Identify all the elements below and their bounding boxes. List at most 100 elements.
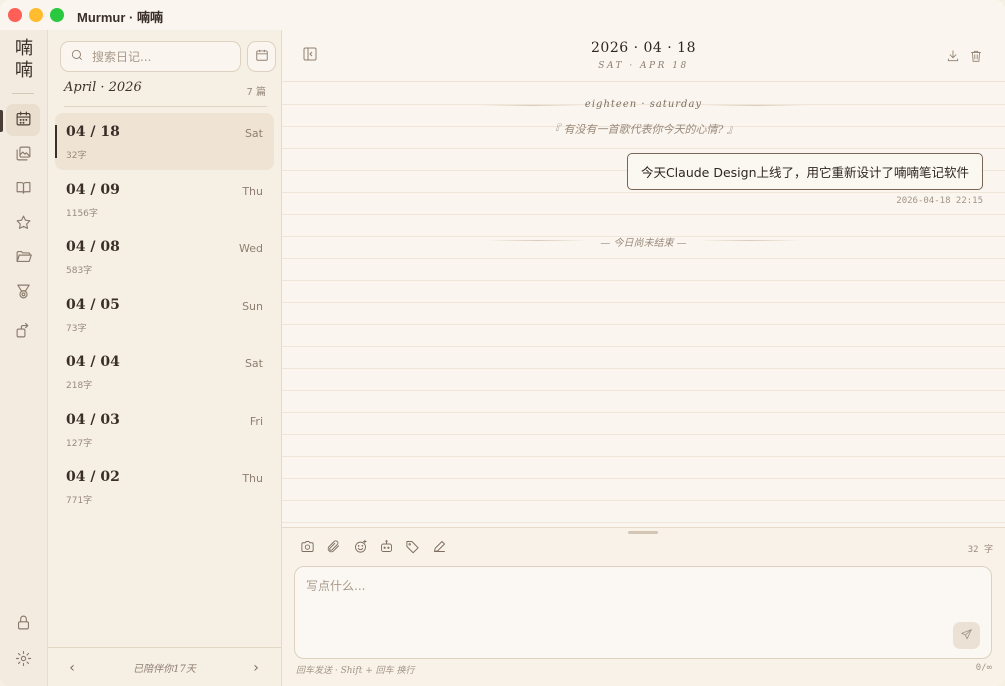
resize-handle[interactable] [628,531,658,534]
window-title: Murmur · 喃喃 [77,10,163,25]
title-bar: Murmur · 喃喃 [0,0,282,30]
delete-button[interactable] [969,48,985,64]
pen-icon [432,539,447,558]
tag-button[interactable] [403,539,421,557]
message-text: 今天Claude Design上线了，用它重新设计了喃喃笔记软件 [640,165,969,180]
editor-box [294,566,992,659]
rail-star-button[interactable] [6,208,40,240]
entry-word-count: 73字 [66,324,87,334]
calendar-icon [15,110,32,131]
search-input[interactable] [92,49,232,64]
list-item[interactable]: 04 / 02 Thu 771字 [55,458,274,515]
trash-icon [969,48,983,67]
rail-folder-button[interactable] [6,242,40,274]
gear-icon [15,650,32,671]
list-item[interactable]: 04 / 05 Sun 73字 [55,286,274,343]
keyboard-hint: 回车发送 · Shift + 回车 换行 [296,666,415,676]
daily-prompt: 『 有没有一首歌代表你今天的心情? 』 [549,123,738,136]
pen-button[interactable] [430,539,448,557]
download-icon [946,48,960,67]
entry-weekday: Sat [244,357,263,370]
decorative-line [705,105,805,106]
robot-icon [379,539,394,558]
emoji-icon [353,539,368,558]
rail-medal-button[interactable] [6,277,40,309]
send-button[interactable] [953,622,980,649]
entry-weekday: Fri [249,415,263,428]
main-panel: 2026 · 04 · 18 SAT · APR 18 eighteen · s… [282,0,1005,686]
list-item[interactable]: 04 / 04 Sat 218字 [55,343,274,400]
ai-button[interactable] [377,539,395,557]
entry-date-subtitle: SAT · APR 18 [598,61,689,71]
entry-date-title: 2026 · 04 · 18 [591,40,696,56]
entry-word-count: 583字 [66,266,93,276]
folder-icon [15,248,32,269]
star-icon [15,214,32,235]
entry-weekday: Wed [239,242,263,255]
calendar-picker-button[interactable] [247,41,276,72]
entry-word-count: 32字 [66,151,87,161]
export-button[interactable] [946,48,962,64]
book-icon [15,179,32,200]
message-bubble[interactable]: 今天Claude Design上线了，用它重新设计了喃喃笔记软件 [626,153,983,190]
paperclip-icon [326,539,341,558]
entry-content: eighteen · saturday 『 有没有一首歌代表你今天的心情? 』 … [282,83,1005,527]
entry-date: 04 / 18 [66,124,120,140]
list-item[interactable]: 04 / 18 Sat 32字 [55,113,274,170]
app-window: Murmur · 喃喃 喃喃 搜索日记... April · 2026 7 篇 … [0,0,1005,686]
entry-date: 04 / 08 [66,239,120,255]
entry-word-count: 127字 [66,439,93,449]
rail-gallery-button[interactable] [6,139,40,171]
day-end-label: — 今日尚未结束 — [600,238,687,249]
attach-button[interactable] [324,539,342,557]
entry-input[interactable] [306,577,946,647]
selected-indicator [55,125,57,158]
app-logo: 喃喃 [15,38,33,81]
rail-settings-button[interactable] [6,644,40,676]
tag-icon [405,539,420,558]
decorative-line [700,240,800,241]
active-marker [0,110,3,132]
word-count: 32 字 [967,545,993,555]
search-box[interactable] [60,41,241,72]
close-window-button[interactable] [8,8,22,22]
list-item[interactable]: 04 / 03 Fri 127字 [55,401,274,458]
camera-button[interactable] [298,539,316,557]
rail-divider [12,93,34,94]
send-icon [960,626,973,645]
zoom-window-button[interactable] [50,8,64,22]
share-icon [15,322,32,343]
list-item[interactable]: 04 / 09 Thu 1156字 [55,171,274,228]
rail-share-button[interactable] [6,316,40,348]
camera-icon [300,539,315,558]
minimize-window-button[interactable] [29,8,43,22]
medal-icon [15,283,32,304]
day-label: eighteen · saturday [584,99,703,110]
month-header: April · 2026 7 篇 [64,80,266,100]
entry-weekday: Sun [242,300,263,313]
entry-date: 04 / 09 [66,182,120,198]
emoji-button[interactable] [351,539,369,557]
entry-weekday: Thu [242,185,263,198]
rail-book-button[interactable] [6,173,40,205]
list-item[interactable]: 04 / 08 Wed 583字 [55,228,274,285]
entry-date: 04 / 05 [66,297,120,313]
gallery-icon [15,145,32,166]
chevron-right-icon[interactable]: › [246,658,266,678]
composer: 32 字 回车发送 · Shift + 回车 换行 0/∞ [282,527,1005,686]
month-title: April · 2026 [64,80,142,95]
entry-list-panel: April · 2026 7 篇 04 / 18 Sat 32字 04 / 09… [48,30,282,686]
character-limit: 0/∞ [975,663,992,673]
search-icon [70,47,84,66]
entry-date: 04 / 03 [66,412,120,428]
entry-date: 04 / 04 [66,354,120,370]
month-entry-count: 7 篇 [246,87,266,98]
entry-header: 2026 · 04 · 18 SAT · APR 18 [282,0,1005,82]
icon-rail: 喃喃 [0,30,48,686]
entry-word-count: 218字 [66,381,93,391]
rail-lock-button[interactable] [6,608,40,640]
rail-calendar-button[interactable] [6,104,40,136]
entry-weekday: Thu [242,472,263,485]
entry-weekday: Sat [244,127,263,140]
entry-word-count: 1156字 [66,209,98,219]
